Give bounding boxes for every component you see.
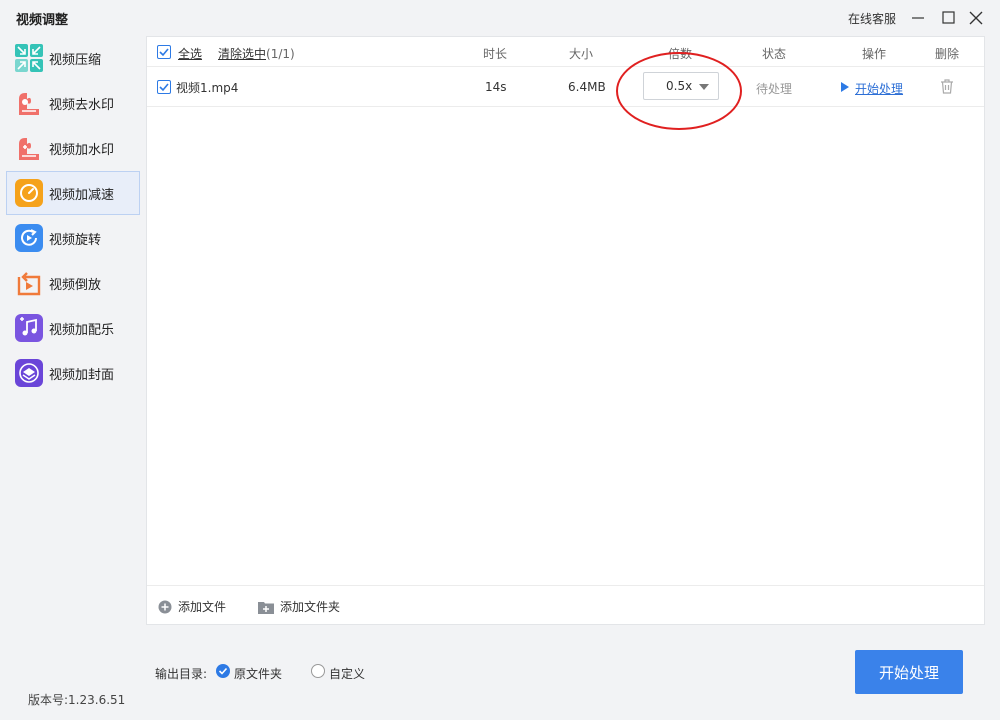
file-size: 6.4MB bbox=[568, 80, 606, 94]
compress-icon bbox=[15, 44, 43, 72]
add-watermark-icon bbox=[19, 138, 39, 160]
remove-watermark-icon bbox=[19, 93, 39, 115]
header-delete: 删除 bbox=[935, 47, 960, 61]
cover-icon bbox=[15, 359, 43, 387]
close-button[interactable] bbox=[966, 8, 986, 28]
maximize-icon bbox=[942, 11, 955, 24]
row-checkbox[interactable] bbox=[157, 80, 171, 94]
add-file-label: 添加文件 bbox=[178, 600, 227, 614]
sidebar-item-music[interactable]: 视频加配乐 bbox=[6, 306, 140, 350]
sidebar-item-remove-watermark[interactable]: 视频去水印 bbox=[6, 81, 140, 125]
close-icon bbox=[969, 11, 983, 25]
play-icon bbox=[841, 82, 849, 92]
sidebar-item-label: 视频加水印 bbox=[49, 142, 115, 158]
online-support-link[interactable]: 在线客服 bbox=[848, 10, 896, 27]
speed-select[interactable]: 0.5x bbox=[643, 72, 719, 100]
header-action: 操作 bbox=[862, 47, 887, 61]
sidebar-item-speed[interactable]: 视频加减速 bbox=[6, 171, 140, 215]
reverse-icon bbox=[17, 272, 41, 296]
start-process-link[interactable]: 开始处理 bbox=[855, 80, 903, 97]
radio-custom-folder[interactable] bbox=[311, 664, 325, 678]
header-status: 状态 bbox=[762, 47, 787, 61]
add-circle-icon bbox=[158, 600, 172, 613]
header-size: 大小 bbox=[569, 47, 594, 61]
sidebar-item-label: 视频倒放 bbox=[49, 277, 102, 293]
check-icon bbox=[159, 48, 169, 57]
file-actions-bar: 添加文件 添加文件夹 bbox=[147, 585, 984, 624]
delete-button[interactable] bbox=[939, 78, 955, 97]
sidebar-item-label: 视频加配乐 bbox=[49, 322, 115, 338]
caret-down-icon bbox=[699, 84, 709, 90]
maximize-button[interactable] bbox=[938, 8, 958, 28]
trash-icon bbox=[941, 79, 953, 94]
table-row: 视频1.mp4 14s 6.4MB 0.5x 待处理 开始处理 bbox=[147, 67, 984, 107]
music-icon bbox=[15, 314, 43, 342]
sidebar-item-compress[interactable]: 视频压缩 bbox=[6, 36, 140, 80]
check-icon bbox=[159, 83, 169, 92]
sidebar: 视频压缩 视频去水印 视频加水印 视频加减速 视频旋转 视频倒放 视频加配乐 视… bbox=[0, 36, 146, 720]
sidebar-item-rotate[interactable]: 视频旋转 bbox=[6, 216, 140, 260]
file-duration: 14s bbox=[485, 80, 507, 94]
sidebar-item-label: 视频旋转 bbox=[49, 232, 102, 248]
minimize-button[interactable] bbox=[908, 8, 928, 28]
select-all-link[interactable]: 全选 bbox=[178, 45, 202, 62]
speed-value: 0.5x bbox=[666, 79, 693, 93]
table-header: 全选 清除选中(1/1) 时长 大小 倍数 状态 操作 删除 bbox=[147, 37, 984, 67]
radio-original-folder[interactable] bbox=[216, 664, 230, 678]
header-duration: 时长 bbox=[483, 47, 508, 61]
version-label: 版本号:1.23.6.51 bbox=[28, 693, 126, 707]
output-directory-label: 输出目录: bbox=[155, 667, 208, 681]
file-name: 视频1.mp4 bbox=[176, 81, 239, 95]
speed-icon bbox=[15, 179, 43, 207]
radio-custom-label[interactable]: 自定义 bbox=[329, 665, 365, 682]
minimize-icon bbox=[912, 17, 924, 19]
file-list-panel: 全选 清除选中(1/1) 时长 大小 倍数 状态 操作 删除 视频1.mp4 1… bbox=[146, 36, 985, 625]
clear-selected-group[interactable]: 清除选中(1/1) bbox=[218, 45, 295, 62]
add-folder-label: 添加文件夹 bbox=[280, 600, 341, 614]
sidebar-item-label: 视频去水印 bbox=[49, 97, 115, 113]
sidebar-item-label: 视频压缩 bbox=[49, 52, 102, 68]
title-bar: 视频调整 在线客服 bbox=[0, 0, 1000, 36]
add-folder-button[interactable]: 添加文件夹 bbox=[258, 598, 340, 615]
select-all-checkbox[interactable] bbox=[157, 45, 171, 59]
clear-selected-link[interactable]: 清除选中 bbox=[218, 47, 266, 61]
add-file-button[interactable]: 添加文件 bbox=[158, 598, 226, 615]
file-status: 待处理 bbox=[756, 82, 793, 96]
sidebar-item-label: 视频加减速 bbox=[49, 187, 115, 203]
sidebar-item-reverse[interactable]: 视频倒放 bbox=[6, 261, 140, 305]
rotate-icon bbox=[15, 224, 43, 252]
sidebar-item-label: 视频加封面 bbox=[49, 367, 115, 383]
add-folder-icon bbox=[258, 601, 274, 614]
sidebar-item-cover[interactable]: 视频加封面 bbox=[6, 351, 140, 395]
header-speed: 倍数 bbox=[668, 47, 693, 61]
sidebar-item-add-watermark[interactable]: 视频加水印 bbox=[6, 126, 140, 170]
start-process-button[interactable]: 开始处理 bbox=[855, 650, 963, 694]
check-icon bbox=[218, 667, 228, 675]
app-title: 视频调整 bbox=[16, 13, 69, 28]
selected-count: (1/1) bbox=[266, 47, 295, 61]
radio-original-label[interactable]: 原文件夹 bbox=[234, 665, 282, 682]
